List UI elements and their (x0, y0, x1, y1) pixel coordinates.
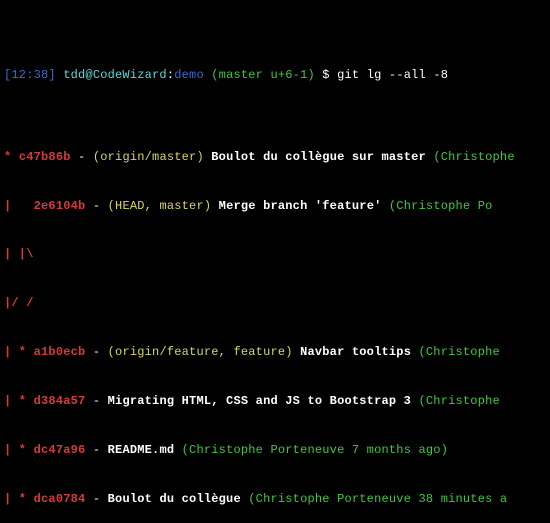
author: (Christophe Po (389, 199, 493, 213)
graph-line: |/ / (4, 295, 546, 311)
command: git lg --all -8 (337, 68, 448, 82)
path: demo (174, 68, 204, 82)
refs: (HEAD, master) (108, 199, 212, 213)
commit-msg: README.md (108, 443, 182, 457)
commit-hash: d384a57 (34, 394, 86, 408)
author: (Christophe (433, 150, 514, 164)
commit-hash: 2e6104b (34, 199, 86, 213)
dollar: $ (315, 68, 337, 82)
time: [12:38] (4, 68, 56, 82)
log-line: | * dca0784 - Boulot du collègue (Christ… (4, 491, 546, 507)
branch: (master u+6-1) (211, 68, 315, 82)
author: (Christophe (419, 345, 508, 359)
refs: (origin/master) (93, 150, 204, 164)
commit-msg: Migrating HTML, CSS and JS to Bootstrap … (108, 394, 419, 408)
author: (Christophe (419, 394, 508, 408)
commit-hash: dca0784 (34, 492, 86, 506)
commit-msg: Navbar tooltips (293, 345, 419, 359)
log-line: | * a1b0ecb - (origin/feature, feature) … (4, 344, 546, 360)
log-line: | * dc47a96 - README.md (Christophe Port… (4, 442, 546, 458)
log-line: | * d384a57 - Migrating HTML, CSS and JS… (4, 393, 546, 409)
graph-line: | |\ (4, 246, 546, 262)
commit-msg: Merge branch 'feature' (211, 199, 389, 213)
commit-msg: Boulot du collègue sur master (204, 150, 433, 164)
log-line: * c47b86b - (origin/master) Boulot du co… (4, 149, 546, 165)
prompt-line[interactable]: [12:38] tdd@CodeWizard:demo (master u+6-… (4, 67, 546, 83)
terminal[interactable]: [12:38] tdd@CodeWizard:demo (master u+6-… (0, 0, 550, 523)
log-line: | 2e6104b - (HEAD, master) Merge branch … (4, 198, 546, 214)
commit-hash: dc47a96 (34, 443, 86, 457)
commit-hash: a1b0ecb (34, 345, 86, 359)
author: (Christophe Porteneuve 38 minutes a (248, 492, 507, 506)
author: (Christophe Porteneuve 7 months ago) (182, 443, 448, 457)
userhost: tdd@CodeWizard (63, 68, 167, 82)
commit-hash: c47b86b (19, 150, 71, 164)
commit-msg: Boulot du collègue (108, 492, 249, 506)
refs: (origin/feature, feature) (108, 345, 293, 359)
